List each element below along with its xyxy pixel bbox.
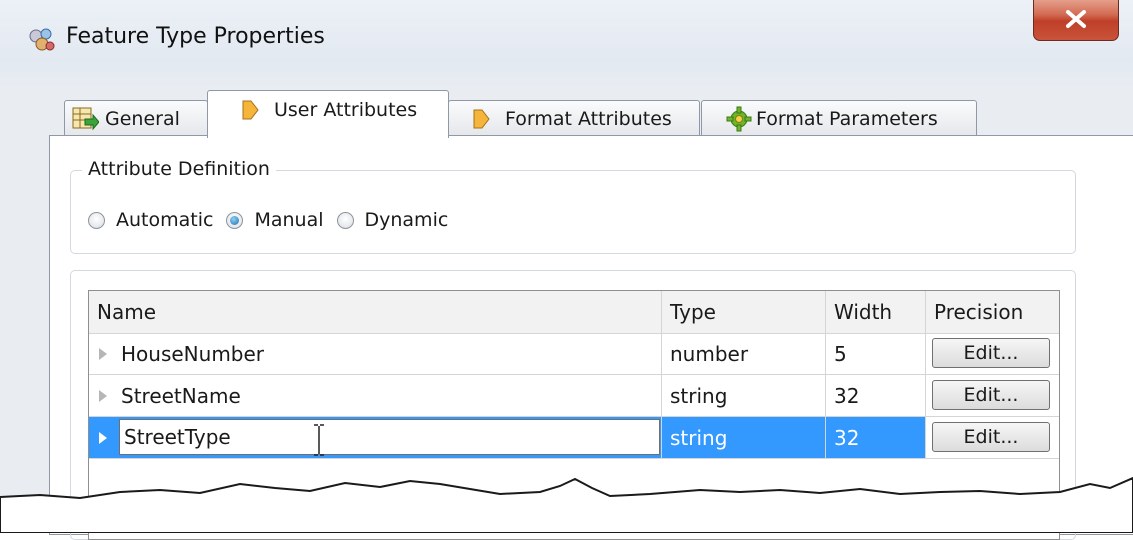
table-header: Name Type Width Precision <box>89 291 1059 334</box>
table-row-selected[interactable]: StreetType string 32 Edit... <box>89 417 1059 459</box>
tab-user-attributes[interactable]: User Attributes <box>207 90 449 138</box>
row-precision-cell: Edit... <box>926 375 1059 416</box>
app-icon <box>29 28 55 51</box>
table-arrow-icon <box>72 107 99 130</box>
text-cursor-icon <box>314 424 324 456</box>
close-icon <box>1066 10 1086 28</box>
window-title: Feature Type Properties <box>66 24 325 49</box>
row-indicator-icon <box>99 348 107 360</box>
diamond-arrow-icon <box>473 109 490 128</box>
column-header-precision[interactable]: Precision <box>926 291 1059 333</box>
row-name-cell[interactable]: StreetType <box>89 417 662 458</box>
tab-user-attributes-label: User Attributes <box>274 98 418 121</box>
table-row[interactable]: HouseNumber number 5 Edit... <box>89 333 1059 375</box>
row-name-text: HouseNumber <box>121 341 265 366</box>
tab-format-attributes-label: Format Attributes <box>505 107 672 130</box>
row-width-cell[interactable]: 32 <box>826 375 926 416</box>
column-header-type[interactable]: Type <box>662 291 826 333</box>
row-width-cell[interactable]: 32 <box>826 417 926 458</box>
radio-automatic-label: Automatic <box>116 209 214 231</box>
edit-precision-button[interactable]: Edit... <box>932 422 1050 452</box>
tab-format-attributes[interactable]: Format Attributes <box>448 100 700 136</box>
tab-general[interactable]: General <box>64 100 208 136</box>
title-bar: Feature Type Properties <box>0 0 1133 82</box>
tab-general-label: General <box>105 107 180 130</box>
attribute-definition-options: Automatic Manual Dynamic <box>88 205 461 235</box>
radio-manual-label: Manual <box>254 209 324 231</box>
torn-edge <box>0 476 1133 533</box>
radio-dynamic[interactable]: Dynamic <box>336 209 449 231</box>
feature-type-properties-dialog: Feature Type Properties General User Att… <box>0 0 1133 540</box>
row-type-cell[interactable]: string <box>662 375 826 416</box>
row-name-text: StreetName <box>121 383 241 408</box>
close-button[interactable] <box>1033 0 1119 41</box>
radio-manual[interactable]: Manual <box>226 209 324 231</box>
gear-icon <box>726 106 752 131</box>
radio-dynamic-label: Dynamic <box>364 209 449 231</box>
table-row[interactable]: StreetName string 32 Edit... <box>89 375 1059 417</box>
row-precision-cell: Edit... <box>926 417 1059 458</box>
attribute-definition-label: Attribute Definition <box>82 158 276 180</box>
name-edit-field[interactable]: StreetType <box>119 419 660 456</box>
row-width-cell[interactable]: 5 <box>826 333 926 374</box>
tab-format-parameters[interactable]: Format Parameters <box>701 100 977 136</box>
row-indicator-icon <box>99 432 107 444</box>
row-type-cell[interactable]: number <box>662 333 826 374</box>
row-name-cell[interactable]: StreetName <box>89 375 662 416</box>
tab-format-parameters-label: Format Parameters <box>756 107 938 130</box>
radio-manual-circle[interactable] <box>226 211 244 229</box>
radio-automatic-circle[interactable] <box>88 211 105 229</box>
diamond-arrow-icon <box>242 100 259 119</box>
name-edit-text: StreetType <box>124 425 231 449</box>
edit-precision-button[interactable]: Edit... <box>932 380 1050 410</box>
row-precision-cell: Edit... <box>926 333 1059 374</box>
edit-precision-button[interactable]: Edit... <box>932 338 1050 368</box>
row-indicator-icon <box>99 390 107 402</box>
row-type-cell[interactable]: string <box>662 417 826 458</box>
radio-dynamic-circle[interactable] <box>336 211 354 229</box>
radio-automatic[interactable]: Automatic <box>88 209 213 231</box>
column-header-width[interactable]: Width <box>826 291 926 333</box>
column-header-name[interactable]: Name <box>89 291 662 333</box>
row-name-cell[interactable]: HouseNumber <box>89 333 662 374</box>
